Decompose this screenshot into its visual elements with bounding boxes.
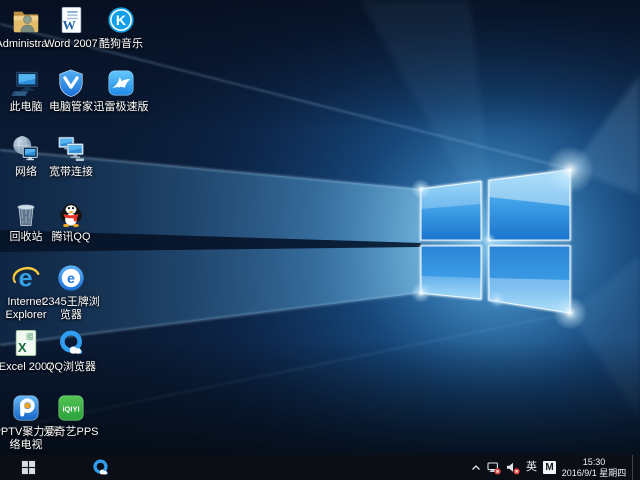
desktop-icon-2345-browser[interactable]: e 2345王牌浏览器 — [37, 263, 105, 322]
windows-desktop: Administra... W Word 2007 K 酷狗音乐 — [0, 0, 640, 480]
show-desktop-button[interactable] — [632, 455, 638, 480]
desktop-icon-tencent-qq[interactable]: 腾讯QQ — [37, 198, 105, 244]
volume-tray[interactable] — [506, 455, 520, 480]
icon-label-line2: 览器 — [42, 309, 99, 322]
icon-label: 2345王牌浏 — [42, 296, 99, 309]
ime-mode-indicator[interactable]: M — [543, 461, 556, 474]
desktop-icon-kugou-music[interactable]: K 酷狗音乐 — [87, 5, 155, 51]
qq-penguin-icon — [56, 198, 86, 228]
thunder-bird-icon — [106, 68, 136, 98]
icon-label: 爱奇艺PPS — [43, 426, 98, 439]
clock-time: 15:30 — [561, 457, 627, 468]
dual-monitor-icon — [56, 133, 86, 163]
qq-browser-taskbar-icon — [91, 458, 110, 477]
ime-language-indicator[interactable]: 英 — [525, 455, 538, 480]
kugou-k-icon: K — [106, 5, 136, 35]
2345-e-icon: e — [56, 263, 86, 293]
svg-text:X: X — [18, 340, 27, 355]
icon-label: 腾讯QQ — [51, 231, 90, 244]
network-status-tray[interactable] — [487, 455, 501, 480]
word-document-icon: W — [56, 5, 86, 35]
icon-label: 网络 — [15, 166, 37, 179]
icon-label: 酷狗音乐 — [99, 38, 143, 51]
desktop-icon-broadband[interactable]: 宽带连接 — [37, 133, 105, 179]
svg-text:e: e — [67, 270, 75, 286]
start-button[interactable] — [13, 455, 43, 480]
system-tray: 英 M 15:30 2016/9/1 星期四 — [470, 455, 640, 480]
svg-text:iQIYI: iQIYI — [62, 404, 79, 413]
desktop-icon-qq-browser[interactable]: QQ浏览器 — [37, 328, 105, 374]
icon-label: QQ浏览器 — [46, 361, 96, 374]
shield-icon — [56, 68, 86, 98]
desktop-icon-iqiyi-pps[interactable]: iQIYI 爱奇艺PPS — [37, 393, 105, 439]
taskbar-pinned-qq-browser[interactable] — [85, 455, 115, 480]
windows-logo-icon — [21, 460, 36, 475]
clock-date: 2016/9/1 星期四 — [561, 468, 627, 479]
svg-text:W: W — [63, 17, 76, 32]
icon-label: 迅雷极速版 — [94, 101, 149, 114]
desktop-icon-thunder-speed[interactable]: 迅雷极速版 — [87, 68, 155, 114]
icon-label: 宽带连接 — [49, 166, 93, 179]
network-disconnected-icon — [487, 461, 501, 475]
icon-label-line2: 络电视 — [0, 439, 58, 452]
taskbar-clock[interactable]: 15:30 2016/9/1 星期四 — [561, 457, 627, 479]
iqiyi-icon: iQIYI — [56, 393, 86, 423]
chevron-up-icon — [470, 462, 482, 474]
speaker-muted-icon — [506, 461, 520, 475]
hidden-icons-chevron[interactable] — [470, 455, 482, 480]
qq-browser-q-icon — [56, 328, 86, 358]
svg-text:K: K — [116, 12, 127, 28]
taskbar: 英 M 15:30 2016/9/1 星期四 — [0, 455, 640, 480]
